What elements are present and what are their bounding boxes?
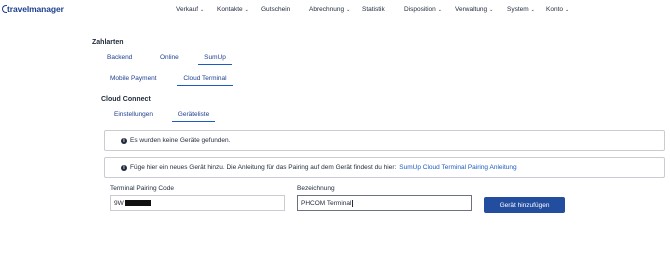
nav-item-abrechnung[interactable]: Abrechnung ⌄ bbox=[309, 6, 350, 13]
section-title-cloud-connect: Cloud Connect bbox=[101, 96, 151, 103]
text-cursor bbox=[352, 199, 354, 207]
chevron-down-icon: ⌄ bbox=[346, 6, 351, 13]
chevron-down-icon: ⌄ bbox=[244, 6, 249, 13]
tab-einstellungen[interactable]: Einstellungen bbox=[114, 111, 153, 121]
info-icon: i bbox=[121, 137, 127, 144]
tab-online[interactable]: Online bbox=[160, 54, 179, 64]
nav-item-label: Gutschein bbox=[261, 6, 291, 13]
nav-item-verwaltung[interactable]: Verwaltung ⌄ bbox=[455, 6, 493, 13]
nav-item-label: Abrechnung bbox=[309, 6, 345, 13]
nav-item-verkauf[interactable]: Verkauf ⌄ bbox=[176, 6, 204, 13]
nav-item-system[interactable]: System ⌄ bbox=[507, 6, 535, 13]
top-navigation-bar: travelmanager Verkauf ⌄ Kontakte ⌄ Gutsche… bbox=[0, 0, 670, 24]
nav-item-konto[interactable]: Konto ⌄ bbox=[546, 6, 569, 13]
chevron-down-icon: ⌄ bbox=[530, 6, 535, 13]
no-devices-alert: i Es wurden keine Geräte gefunden. bbox=[104, 130, 665, 151]
logo-text: travelmanager bbox=[7, 4, 64, 14]
no-devices-message: Es wurden keine Geräte gefunden. bbox=[130, 137, 231, 144]
chevron-down-icon: ⌄ bbox=[489, 6, 494, 13]
chevron-down-icon: ⌄ bbox=[437, 6, 442, 13]
nav-item-kontakte[interactable]: Kontakte ⌄ bbox=[217, 6, 249, 13]
nav-item-gutschein[interactable]: Gutschein bbox=[261, 6, 290, 13]
pairing-code-value: 9W bbox=[114, 199, 124, 207]
nav-item-statistik[interactable]: Statistik bbox=[362, 6, 385, 13]
add-device-button[interactable]: Gerät hinzufügen bbox=[484, 197, 565, 213]
app-logo[interactable]: travelmanager bbox=[2, 4, 64, 14]
nav-item-label: Statistik bbox=[362, 6, 385, 13]
nav-item-label: Verwaltung bbox=[455, 6, 488, 13]
nav-item-label: System bbox=[507, 6, 529, 13]
chevron-down-icon: ⌄ bbox=[565, 6, 570, 13]
pairing-code-label: Terminal Pairing Code bbox=[110, 185, 174, 192]
tab-sumup[interactable]: SumUp bbox=[198, 54, 232, 65]
nav-item-label: Konto bbox=[546, 6, 563, 13]
info-icon: i bbox=[121, 164, 127, 171]
name-value: PHCOM Terminal bbox=[301, 199, 352, 207]
name-label: Bezeichnung bbox=[297, 185, 335, 192]
subtab-mobile-payment[interactable]: Mobile Payment bbox=[110, 75, 157, 85]
pairing-code-input[interactable]: 9W bbox=[110, 195, 285, 211]
add-device-info-alert: i Füge hier ein neues Gerät hinzu. Die A… bbox=[104, 157, 665, 178]
redacted-block bbox=[124, 200, 151, 206]
chevron-down-icon: ⌄ bbox=[200, 6, 205, 13]
add-device-info-text: Füge hier ein neues Gerät hinzu. Die Anl… bbox=[130, 164, 397, 171]
nav-item-disposition[interactable]: Disposition ⌄ bbox=[404, 6, 442, 13]
section-title-zahlarten: Zahlarten bbox=[92, 39, 124, 46]
nav-item-label: Verkauf bbox=[176, 6, 199, 13]
name-input[interactable]: PHCOM Terminal bbox=[297, 195, 472, 211]
nav-item-label: Kontakte bbox=[217, 6, 243, 13]
tab-geraeteliste[interactable]: Geräteliste bbox=[172, 111, 215, 122]
nav-item-label: Disposition bbox=[404, 6, 436, 13]
tab-backend[interactable]: Backend bbox=[107, 54, 132, 64]
subtab-cloud-terminal[interactable]: Cloud Terminal bbox=[177, 75, 233, 86]
pairing-guide-link[interactable]: SumUp Cloud Terminal Pairing Anleitung bbox=[399, 164, 516, 171]
